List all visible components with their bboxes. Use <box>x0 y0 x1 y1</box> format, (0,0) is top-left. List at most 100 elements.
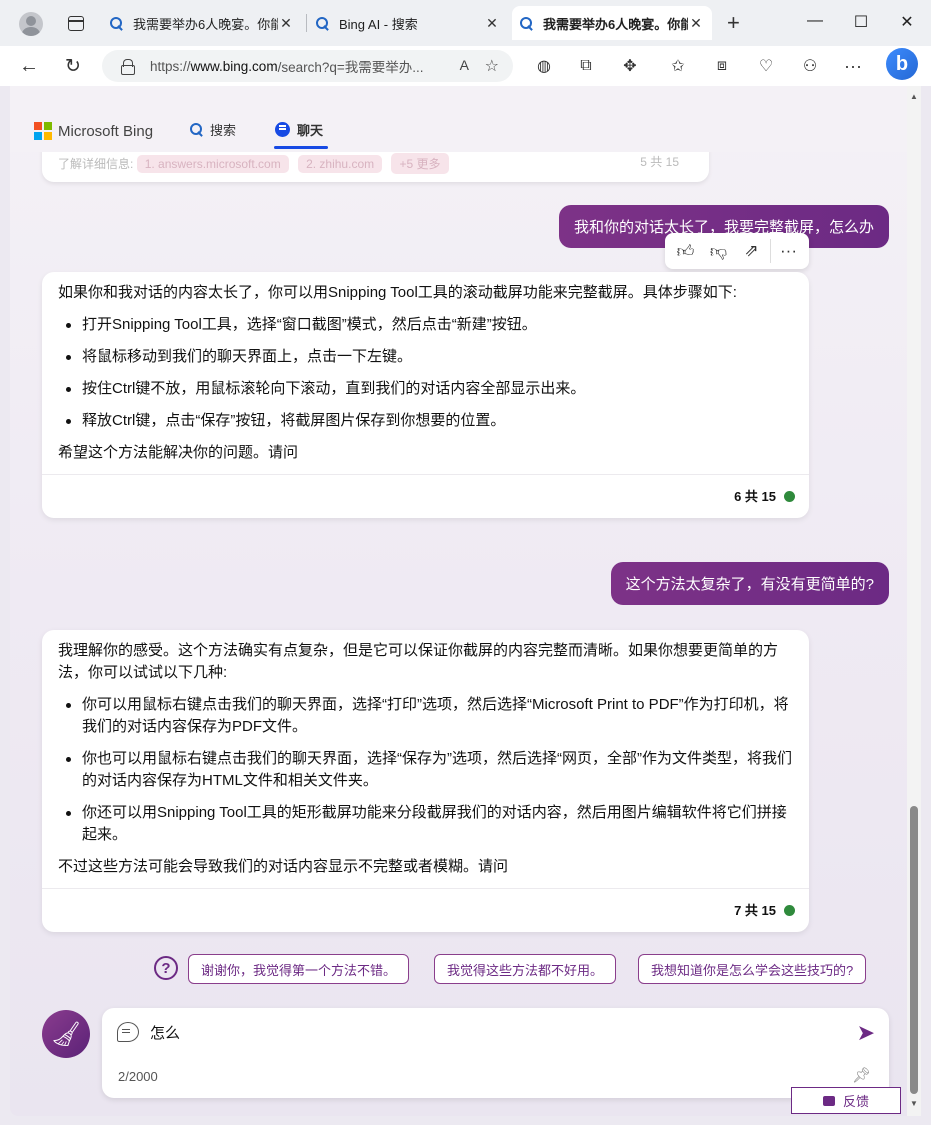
collections-icon[interactable]: ⧈ <box>711 55 733 77</box>
thumbs-up-icon[interactable]: 👍︎ <box>671 241 701 262</box>
bing-search-favicon-icon <box>316 16 329 30</box>
nav-chat-label: 聊天 <box>297 123 324 138</box>
bot-outro: 希望这个方法能解决你的问题。请问 <box>58 444 299 461</box>
url-host: www.bing.com <box>190 58 278 74</box>
bot-message-footer: 7 共 15 <box>42 888 809 932</box>
suggestion-button[interactable]: 我想知道你是怎么学会这些技巧的? <box>638 954 867 984</box>
turn-counter: 7 共 15 <box>734 902 776 918</box>
bot-message: 如果你和我对话的内容太长了，你可以用Snipping Tool工具的滚动截屏功能… <box>42 272 809 518</box>
active-tab-indicator <box>274 146 328 149</box>
screenshot-icon[interactable]: ⧉ <box>575 55 597 77</box>
suggestion-button[interactable]: 我觉得这些方法都不好用。 <box>434 954 617 984</box>
suggestion-button[interactable]: 谢谢你，我觉得第一个方法不错。 <box>188 954 410 984</box>
chat-icon <box>275 122 290 137</box>
more-sources-chip[interactable]: +5 更多 <box>391 153 449 174</box>
source-chip[interactable]: 2. zhihu.com <box>298 155 383 173</box>
browser-tab-3-active[interactable]: 我需要举办6人晚宴。你能 ✕ <box>512 6 712 40</box>
bing-chat-page: 了解详细信息: 1. answers.microsoft.com 2. zhih… <box>10 86 907 1116</box>
feedback-label: 反馈 <box>842 1094 869 1109</box>
tab-divider <box>306 14 307 32</box>
bot-message: 我理解你的感受。这个方法确实有点复杂，但是它可以保证你截屏的内容完整而清晰。如果… <box>42 630 809 932</box>
tab-title: Bing AI - 搜索 <box>339 16 418 32</box>
bot-intro: 如果你和我对话的内容太长了，你可以用Snipping Tool工具的滚动截屏功能… <box>58 284 737 301</box>
bot-step-list: 打开Snipping Tool工具，选择“窗口截图”模式，然后点击“新建”按钮。… <box>58 314 793 432</box>
send-icon[interactable]: ➤ <box>857 1020 875 1046</box>
new-tab-button[interactable]: + <box>727 12 740 34</box>
extension-icon[interactable]: ◍ <box>533 55 555 77</box>
favorites-icon[interactable]: ✩ <box>667 55 689 77</box>
url-prefix: https:// <box>150 58 191 74</box>
tab-title: 我需要举办6人晚宴。你能 <box>543 16 688 32</box>
tab-title: 我需要举办6人晚宴。你能 <box>133 16 278 32</box>
profile-avatar[interactable] <box>19 12 43 36</box>
divider <box>769 239 771 263</box>
help-question-icon[interactable]: ? <box>154 956 178 980</box>
browser-essentials-icon[interactable]: ♡ <box>755 55 777 77</box>
maximize-button[interactable]: ☐ <box>851 12 871 32</box>
chat-input-box[interactable]: 怎么 ➤ 2/2000 📌︎ <box>102 1008 889 1098</box>
status-dot-icon <box>784 905 795 916</box>
microsoft-logo-icon <box>34 122 52 140</box>
refresh-icon[interactable]: ↻ <box>62 55 84 77</box>
feedback-button[interactable]: 反馈 <box>791 1087 901 1114</box>
char-counter: 2/2000 <box>118 1069 158 1084</box>
back-arrow-icon[interactable]: ← <box>18 55 40 77</box>
lock-icon <box>121 59 135 75</box>
add-favorite-icon[interactable]: ☆ <box>485 56 499 76</box>
tab-close-icon[interactable]: ✕ <box>278 15 294 32</box>
search-icon <box>190 123 203 136</box>
browser-toolbar: ← ↻ https://www.bing.com/search?q=我需要举办.… <box>0 46 931 86</box>
pin-icon[interactable]: 📌︎ <box>852 1066 871 1084</box>
bing-search-favicon-icon <box>110 16 123 30</box>
tab-actions-icon[interactable] <box>68 16 84 31</box>
list-item: 释放Ctrl键，点击“保存”按钮，将截屏图片保存到你想要的位置。 <box>58 410 793 432</box>
tab-close-icon[interactable]: ✕ <box>688 15 704 32</box>
status-dot-icon <box>784 491 795 502</box>
close-window-button[interactable]: ✕ <box>897 12 917 32</box>
new-topic-broom-icon[interactable]: 🧹︎ <box>42 1010 90 1058</box>
chat-input-value[interactable]: 怎么 <box>150 1022 180 1043</box>
chat-bubble-icon <box>117 1022 139 1042</box>
bing-search-favicon-icon <box>520 16 533 30</box>
list-item: 你可以用鼠标右键点击我们的聊天界面，选择“打印”选项，然后选择“Microsof… <box>58 694 793 738</box>
scroll-up-icon[interactable]: ▲ <box>910 92 918 101</box>
puzzle-extensions-icon[interactable]: ✥ <box>619 55 641 77</box>
bing-header <box>10 86 907 152</box>
list-item: 你还可以用Snipping Tool工具的矩形截屏功能来分段截屏我们的对话内容，… <box>58 802 793 846</box>
user-message: 这个方法太复杂了，有没有更简单的? <box>610 562 889 605</box>
learn-more-label: 了解详细信息: <box>58 157 134 171</box>
list-item: 打开Snipping Tool工具，选择“窗口截图”模式，然后点击“新建”按钮。 <box>58 314 793 336</box>
thumbs-down-icon[interactable]: 👎︎ <box>704 241 734 262</box>
logo-text: Microsoft Bing <box>58 122 154 140</box>
list-item: 按住Ctrl键不放，用鼠标滚轮向下滚动，直到我们的对话内容全部显示出来。 <box>58 378 793 400</box>
tab-close-icon[interactable]: ✕ <box>484 15 500 32</box>
browser-tab-2[interactable]: Bing AI - 搜索 ✕ <box>308 6 508 40</box>
feedback-icon <box>822 1095 835 1106</box>
previous-counter: 5 共 15 <box>640 155 679 169</box>
previous-answer-card: 了解详细信息: 1. answers.microsoft.com 2. zhih… <box>42 148 709 182</box>
share-icon[interactable]: ⇗ <box>737 241 767 261</box>
scrollbar-thumb[interactable] <box>910 806 918 1094</box>
profile-sync-icon[interactable]: ⚇ <box>799 55 821 77</box>
scroll-down-icon[interactable]: ▼ <box>910 1099 918 1108</box>
nav-chat-tab[interactable]: 聊天 <box>275 120 323 139</box>
list-item: 你也可以用鼠标右键点击我们的聊天界面，选择“保存为”选项，然后选择“网页，全部”… <box>58 748 793 792</box>
browser-titlebar: 我需要举办6人晚宴。你能 ✕ Bing AI - 搜索 ✕ 我需要举办6人晚宴。… <box>0 0 931 46</box>
minimize-button[interactable]: — <box>805 12 825 30</box>
bot-outro: 不过这些方法可能会导致我们的对话内容显示不完整或者模糊。请问 <box>58 858 509 875</box>
address-bar[interactable]: https://www.bing.com/search?q=我需要举办... A… <box>102 50 513 82</box>
nav-search-tab[interactable]: 搜索 <box>190 120 236 139</box>
read-aloud-icon[interactable]: A <box>460 57 469 73</box>
turn-counter: 6 共 15 <box>734 488 776 504</box>
more-menu-icon[interactable]: ··· <box>842 55 864 77</box>
microsoft-bing-logo[interactable]: Microsoft Bing <box>34 122 153 140</box>
nav-search-label: 搜索 <box>210 123 237 138</box>
url-path: /search?q=我需要举办... <box>277 60 424 75</box>
more-options-icon[interactable]: ··· <box>774 241 804 261</box>
bing-copilot-icon[interactable]: b <box>886 48 918 80</box>
page-scrollbar[interactable]: ▲ ▼ <box>907 86 921 1116</box>
list-item: 将鼠标移动到我们的聊天界面上，点击一下左键。 <box>58 346 793 368</box>
source-chip[interactable]: 1. answers.microsoft.com <box>136 155 289 173</box>
bot-message-footer: 6 共 15 <box>42 474 809 518</box>
browser-tab-1[interactable]: 我需要举办6人晚宴。你能 ✕ <box>102 6 302 40</box>
